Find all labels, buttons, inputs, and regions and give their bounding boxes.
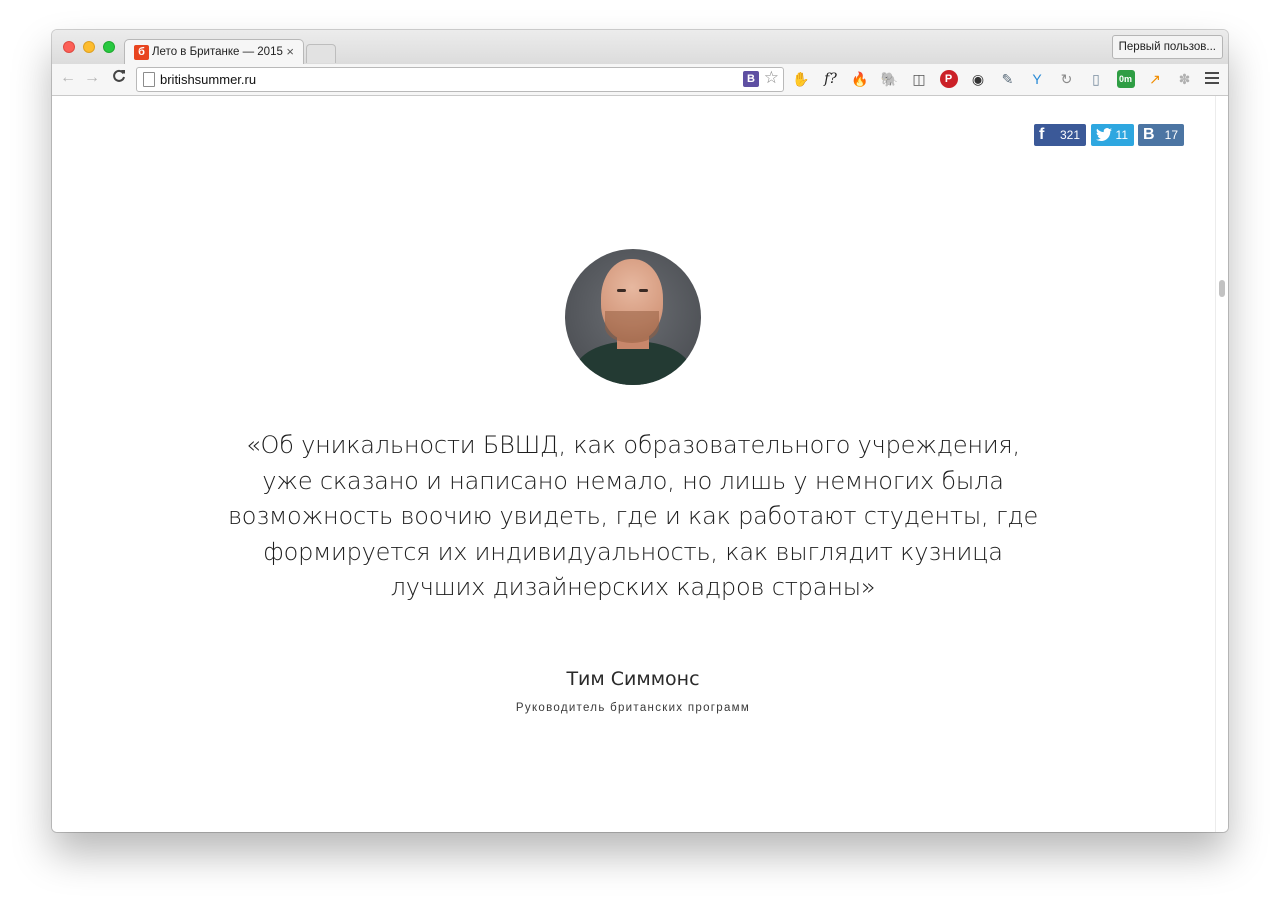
- facebook-share-button[interactable]: f 321: [1034, 124, 1086, 146]
- twitter-icon: [1096, 124, 1112, 149]
- bookmark-star-icon[interactable]: ☆: [764, 68, 779, 88]
- pocket-icon[interactable]: ◫: [910, 70, 928, 88]
- vk-icon: B: [1143, 126, 1155, 143]
- new-tab-button[interactable]: [306, 44, 336, 63]
- twitter-share-button[interactable]: 11: [1091, 124, 1134, 146]
- page-icon: [143, 72, 155, 87]
- refresh-icon[interactable]: ↻: [1058, 70, 1076, 88]
- author-name: Тим Симмонс: [566, 668, 700, 690]
- minimize-window-button[interactable]: [83, 41, 95, 53]
- paw-icon[interactable]: ✽: [1176, 70, 1194, 88]
- y-icon[interactable]: Y: [1028, 70, 1046, 88]
- scrollbar-thumb[interactable]: [1219, 280, 1225, 297]
- twitter-share-count: 11: [1115, 128, 1128, 142]
- tab-active[interactable]: б Лето в Британке — 2015 ×: [124, 39, 304, 66]
- twitter-bird-glyph: [1096, 128, 1112, 142]
- fire-icon[interactable]: 🔥: [851, 70, 869, 88]
- quote-line: лучших дизайнерских кадров страны»: [390, 573, 876, 601]
- quote-line: формируется их индивидуальность, как выг…: [263, 537, 1003, 566]
- browser-toolbar: ← → britishsummer.ru B ☆ ✋ f? 🔥 🐘 ◫ P ◉ ✎ Y ↻ ▯ 0m ↗…: [52, 64, 1228, 96]
- close-tab-icon[interactable]: ×: [286, 44, 294, 59]
- traffic-icon[interactable]: 0m: [1116, 70, 1135, 88]
- back-arrow-icon[interactable]: ←: [60, 69, 76, 87]
- forward-arrow-icon[interactable]: →: [84, 69, 100, 87]
- quote-line: «Об уникальности БВШД, как образовательн…: [246, 431, 1020, 459]
- book-icon[interactable]: ▯: [1087, 70, 1105, 88]
- author-photo: [565, 249, 701, 385]
- profile-button[interactable]: Первый пользов...: [1111, 35, 1223, 59]
- chrome-menu-icon[interactable]: [1205, 72, 1219, 87]
- adblock-icon[interactable]: ✋: [792, 70, 810, 88]
- site-favicon-icon: б: [134, 45, 149, 60]
- font-icon[interactable]: f?: [822, 70, 840, 88]
- tab-bar: б Лето в Британке — 2015 × Первый пользо…: [52, 30, 1228, 66]
- facebook-share-count: 321: [1059, 128, 1080, 142]
- address-bar[interactable]: britishsummer.ru B ☆: [136, 67, 784, 92]
- zoom-window-button[interactable]: [103, 41, 115, 53]
- close-window-button[interactable]: [63, 41, 75, 53]
- reload-icon[interactable]: [112, 68, 126, 88]
- evernote-icon[interactable]: 🐘: [881, 70, 899, 88]
- url-text[interactable]: britishsummer.ru: [160, 72, 256, 87]
- vk-share-button[interactable]: B 17: [1138, 124, 1184, 146]
- pinterest-icon[interactable]: P: [939, 70, 958, 88]
- camera-icon[interactable]: ◉: [969, 70, 987, 88]
- extension-b-icon[interactable]: B: [743, 71, 759, 87]
- quote-line: возможность воочию увидеть, где и как ра…: [227, 502, 1039, 530]
- tab-title: Лето в Британке — 2015: [152, 46, 283, 58]
- author-role: Руководитель британских программ: [515, 702, 751, 714]
- quote-line: уже сказано и написано немало, но лишь у…: [262, 466, 1004, 495]
- scrollbar[interactable]: [1215, 96, 1228, 832]
- vk-share-count: 17: [1164, 128, 1178, 142]
- page-content: f 321 11 B 17 «Об уникальности БВШД, как…: [52, 96, 1228, 832]
- chart-icon[interactable]: ↗: [1146, 70, 1164, 88]
- eyedropper-icon[interactable]: ✎: [999, 70, 1017, 88]
- reload-glyph: [113, 69, 125, 82]
- quote-text: «Об уникальности БВШД, как образовательн…: [202, 428, 1064, 606]
- browser-window: б Лето в Британке — 2015 × Первый пользо…: [52, 30, 1228, 832]
- facebook-icon: f: [1039, 126, 1045, 143]
